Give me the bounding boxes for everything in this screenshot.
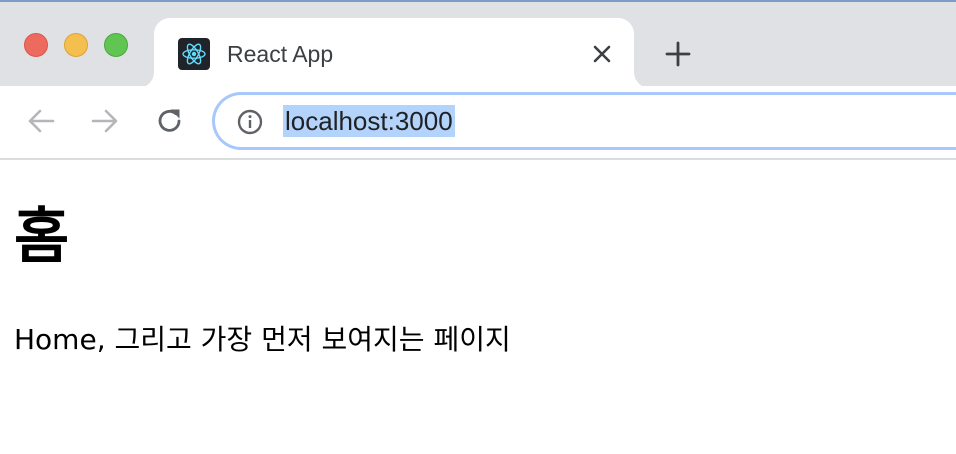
browser-window: React App localhost:3000 홈 Home, 그리고 가장 … <box>0 0 956 454</box>
page-heading: 홈 <box>14 202 70 272</box>
address-bar[interactable]: localhost:3000 <box>212 92 956 150</box>
browser-toolbar: localhost:3000 <box>0 86 956 160</box>
react-logo-icon <box>178 38 210 70</box>
tab-strip: React App <box>0 0 956 88</box>
window-close-button[interactable] <box>24 33 48 57</box>
page-content: 홈 Home, 그리고 가장 먼저 보여지는 페이지 <box>0 160 956 454</box>
back-arrow-icon[interactable] <box>24 104 58 138</box>
tab-close-icon[interactable] <box>588 40 616 68</box>
plus-icon[interactable] <box>664 40 692 68</box>
url-text[interactable]: localhost:3000 <box>283 105 455 137</box>
info-icon[interactable] <box>237 109 263 135</box>
window-minimize-button[interactable] <box>64 33 88 57</box>
page-paragraph: Home, 그리고 가장 먼저 보여지는 페이지 <box>14 323 511 356</box>
forward-arrow-icon[interactable] <box>88 104 122 138</box>
reload-icon[interactable] <box>153 104 187 138</box>
tab-react-app[interactable]: React App <box>154 18 634 88</box>
window-maximize-button[interactable] <box>104 33 128 57</box>
tab-title: React App <box>227 41 334 67</box>
